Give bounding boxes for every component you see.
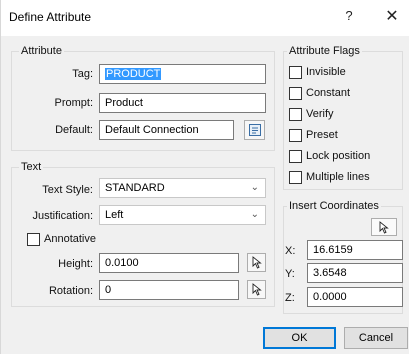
window-title: Define Attribute (9, 10, 92, 24)
pick-point-cursor-icon (379, 221, 389, 234)
verify-label[interactable]: Verify (306, 108, 334, 120)
constant-label[interactable]: Constant (306, 87, 350, 99)
rotation-input[interactable]: 0 (99, 280, 239, 300)
insert-field-button[interactable] (244, 120, 265, 140)
x-coordinate-input[interactable]: 16.6159 (307, 240, 403, 260)
default-label: Default: (55, 124, 93, 136)
tag-value: PRODUCT (105, 68, 162, 80)
justification-value: Left (105, 209, 124, 221)
text-style-select[interactable]: STANDARD ⌄ (99, 178, 266, 198)
preset-checkbox[interactable] (289, 129, 302, 142)
cancel-button[interactable]: Cancel (344, 327, 408, 349)
preset-label[interactable]: Preset (306, 129, 338, 141)
annotative-label[interactable]: Annotative (44, 233, 96, 245)
justification-select[interactable]: Left ⌄ (99, 205, 266, 225)
pick-point-cursor-icon (252, 256, 262, 269)
pick-point-cursor-icon (252, 283, 262, 296)
tag-label: Tag: (72, 68, 93, 80)
lock-position-label[interactable]: Lock position (306, 150, 370, 162)
y-label: Y: (285, 268, 295, 280)
prompt-input[interactable]: Product (99, 93, 266, 113)
title-bar[interactable]: Define Attribute ? ✕ (1, 0, 409, 36)
text-group-label: Text (19, 161, 44, 173)
multiple-lines-label[interactable]: Multiple lines (306, 171, 370, 183)
height-input[interactable]: 0.0100 (99, 253, 239, 273)
chevron-down-icon: ⌄ (250, 182, 259, 193)
x-label: X: (285, 245, 296, 257)
text-style-value: STANDARD (105, 182, 165, 194)
tag-input[interactable]: PRODUCT (99, 64, 266, 84)
define-attribute-dialog: Define Attribute ? ✕ Attribute Tag: PROD… (0, 0, 409, 354)
pick-insert-point-button[interactable] (371, 218, 397, 236)
help-button[interactable]: ? (339, 8, 359, 26)
chevron-down-icon: ⌄ (250, 209, 259, 220)
prompt-label: Prompt: (54, 97, 93, 109)
pick-rotation-button[interactable] (247, 280, 266, 299)
rotation-label: Rotation: (48, 285, 93, 297)
default-input[interactable]: Default Connection (99, 120, 234, 140)
verify-checkbox[interactable] (289, 108, 302, 121)
z-label: Z: (285, 292, 295, 304)
z-coordinate-input[interactable]: 0.0000 (307, 287, 403, 307)
annotative-checkbox[interactable] (27, 233, 40, 246)
invisible-checkbox[interactable] (289, 66, 302, 79)
attribute-flags-label: Attribute Flags (287, 45, 362, 57)
text-style-label: Text Style: (42, 184, 93, 196)
y-coordinate-input[interactable]: 3.6548 (307, 263, 403, 283)
insert-coordinates-label: Insert Coordinates (287, 200, 381, 212)
constant-checkbox[interactable] (289, 87, 302, 100)
height-label: Height: (58, 258, 93, 270)
lock-position-checkbox[interactable] (289, 150, 302, 163)
attribute-group-label: Attribute (19, 45, 64, 57)
field-insert-icon (248, 124, 261, 136)
close-button[interactable]: ✕ (381, 6, 403, 26)
multiple-lines-checkbox[interactable] (289, 171, 302, 184)
ok-button[interactable]: OK (263, 327, 336, 349)
pick-height-button[interactable] (247, 253, 266, 272)
justification-label: Justification: (32, 210, 93, 222)
invisible-label[interactable]: Invisible (306, 66, 346, 78)
